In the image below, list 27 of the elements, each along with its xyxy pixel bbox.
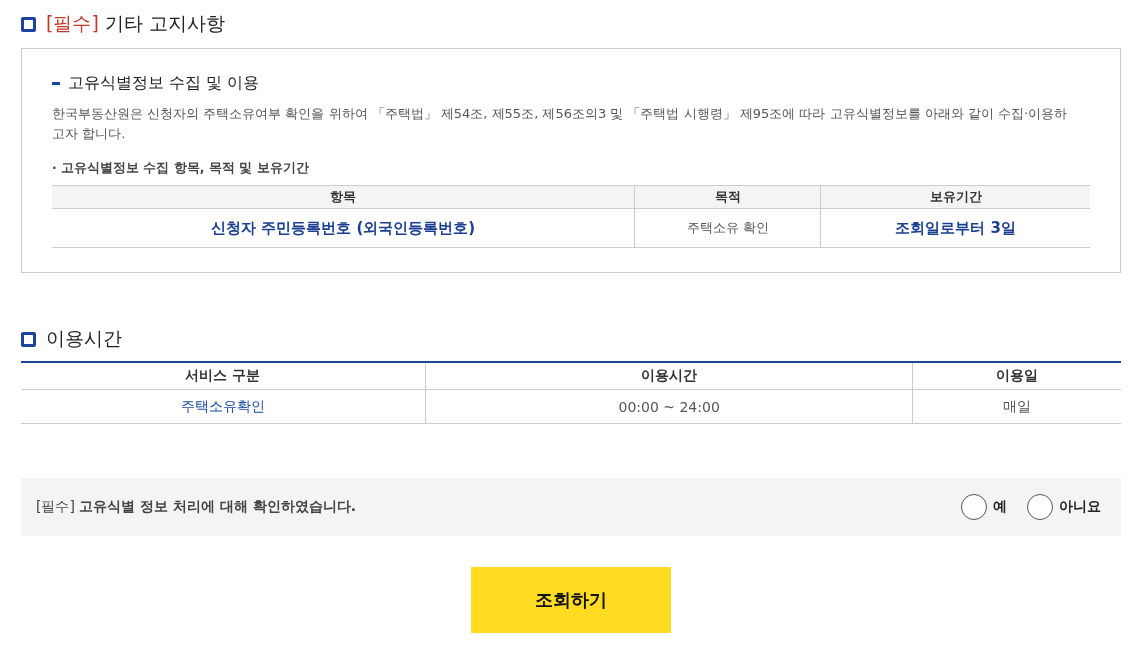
column-header: 보유기간 bbox=[820, 185, 1090, 209]
table-cell: 00:00 ~ 24:00 bbox=[425, 389, 913, 424]
table-cell: 신청자 주민등록번호 (외국인등록번호) bbox=[52, 208, 635, 248]
radio-option[interactable]: 예 bbox=[961, 494, 1007, 520]
column-header: 이용시간 bbox=[425, 362, 913, 390]
table-cell: 매일 bbox=[913, 389, 1121, 424]
radio-circle[interactable] bbox=[1027, 494, 1053, 520]
service-link[interactable]: 주택소유확인 bbox=[21, 389, 426, 424]
column-header: 항목 bbox=[52, 185, 635, 209]
table-cell: 주택소유 확인 bbox=[634, 208, 821, 248]
dash-icon bbox=[52, 82, 60, 85]
description-text: 한국부동산원은 신청자의 주택소유여부 확인을 위하여 「주택법」 제54조, 제55조, 제56조의3 및 「주택법 시행령」 제95조에 따라 고유식별정보를 아래와 같이 수집·이용하고자 합니다. bbox=[52, 105, 1069, 143]
list-title: · 고유식별정보 수집 항목, 목적 및 보유기간 bbox=[52, 160, 310, 177]
required-tag: [필수] bbox=[46, 12, 99, 34]
column-header: 서비스 구분 bbox=[21, 362, 426, 390]
radio-option[interactable]: 아니요 bbox=[1027, 494, 1101, 520]
section-bullet-icon bbox=[21, 331, 36, 347]
table-cell: 조회일로부터 3일 bbox=[820, 208, 1090, 248]
search-button[interactable]: 조회하기 bbox=[471, 567, 671, 633]
column-header: 이용일 bbox=[913, 362, 1121, 390]
section-title: 이용시간 bbox=[46, 326, 122, 351]
column-header: 목적 bbox=[634, 185, 821, 209]
confirm-text: [필수] 고유식별 정보 처리에 대해 확인하였습니다. bbox=[36, 498, 357, 516]
subsection-title: 고유식별정보 수집 및 이용 bbox=[68, 73, 260, 94]
section-bullet-icon bbox=[21, 16, 36, 32]
section-title: 기타 고지사항 bbox=[104, 12, 225, 34]
radio-circle[interactable] bbox=[961, 494, 987, 520]
